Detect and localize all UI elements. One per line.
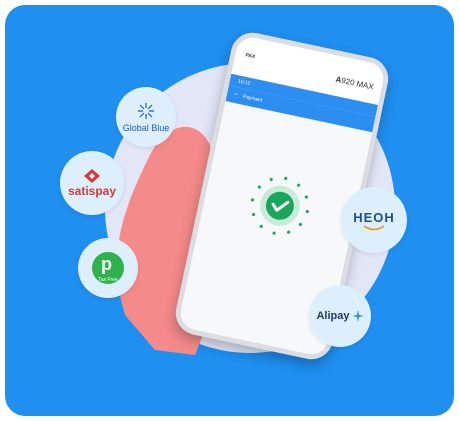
model-label: A920 MAX [334, 74, 375, 92]
global-blue-label: Global Blue [122, 122, 170, 133]
alipay-badge: Alipay [309, 285, 371, 347]
alipay-label: Alipay [316, 310, 364, 322]
tax-free-label: Tax Free [98, 277, 118, 283]
alipay-plus-icon [351, 310, 364, 322]
tax-free-icon: p Tax Free [92, 252, 124, 284]
tax-free-badge: p Tax Free [78, 238, 138, 298]
satispay-badge: satispay [60, 151, 124, 215]
heoh-smile-icon [363, 224, 385, 230]
success-check-icon [250, 176, 309, 235]
screen-title: Payment [242, 93, 263, 104]
global-blue-icon [138, 102, 154, 119]
heoh-badge: HEOH [341, 187, 407, 253]
satispay-icon [84, 168, 100, 183]
brand-logo: PAX [244, 52, 256, 61]
back-arrow-icon[interactable]: ← [233, 90, 241, 98]
satispay-label: satispay [67, 183, 117, 198]
global-blue-badge: Global Blue [116, 87, 176, 147]
hero-card: PAX A920 MAX 10:12 ← Payment Global Blue… [5, 5, 454, 416]
heoh-label: HEOH [353, 209, 395, 225]
status-time: 10:12 [237, 78, 251, 87]
